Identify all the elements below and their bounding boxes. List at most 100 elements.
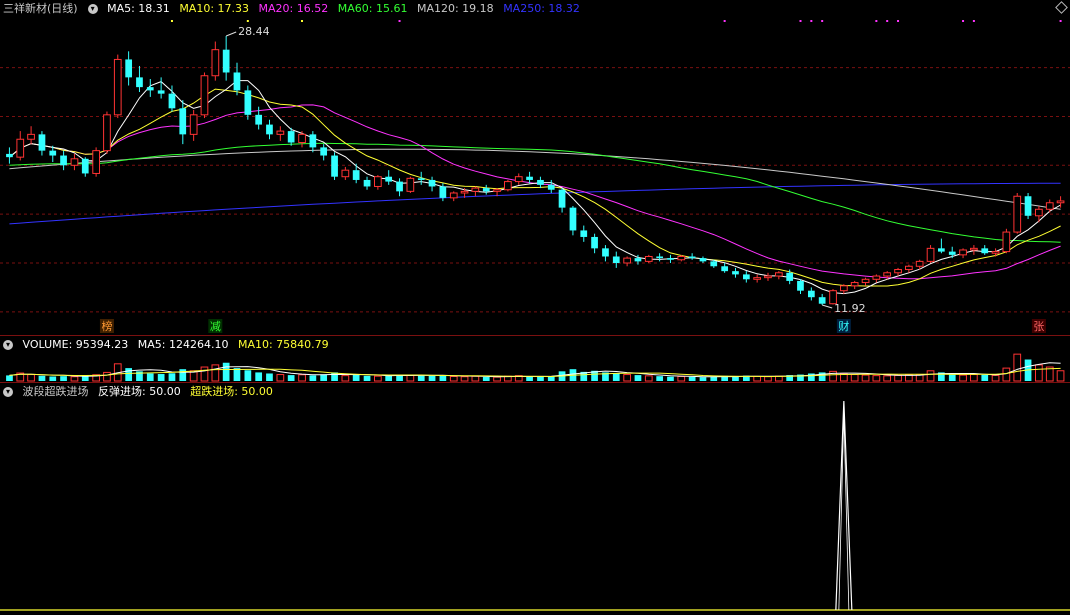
volume-legend: ▾ VOLUME: 95394.23 MA5: 124264.10 MA10: … [0,336,335,354]
volume-bar [146,373,154,381]
candle [808,287,815,301]
volume-bar [200,366,209,382]
volume-bar [320,374,328,381]
candle [374,175,382,190]
candle-body [850,282,859,287]
collapse-icon[interactable]: ▾ [3,340,13,350]
candle [179,100,187,145]
ma250-line [9,182,1061,225]
candle [753,274,762,283]
candle [125,51,133,86]
candle [981,245,989,255]
candle-body [612,256,620,264]
candle-body [179,108,187,135]
candle [623,256,632,267]
candle-body [449,192,458,199]
candle-body [537,179,544,185]
candle-body [634,258,642,262]
candle-body [883,272,892,277]
volume-bar [872,375,881,382]
candle-body [374,176,382,187]
volume-bar [644,375,653,382]
candle-body [514,176,523,183]
legend-vol-ma5: MA5: 124264.10 [137,338,229,351]
candle [840,284,848,294]
candle-body [938,248,945,252]
candle [157,77,165,99]
event-dot [875,20,878,22]
candle [688,253,696,260]
candle [1024,192,1032,220]
candle [526,171,533,184]
candle-body [699,258,707,262]
indicator-panel: ▾ 波段超跌进场 反弹进场: 50.00 超跌进场: 50.00 [0,383,1070,615]
candle-body [970,247,978,251]
event-dot [886,20,889,22]
candle [341,166,350,180]
candle-body [808,290,815,298]
candle [146,78,154,97]
candle-body [211,49,220,77]
volume-bar [287,375,295,381]
volume-bar [168,373,176,381]
volume-bar [460,376,469,382]
collapse-icon[interactable]: ▾ [3,387,13,397]
candle [743,271,750,283]
volume-bar [211,364,220,382]
legend-ma5: MA5: 18.31 [107,2,170,15]
candle [211,41,220,81]
candle-body [103,114,111,152]
candle [959,248,967,259]
volume-bar [341,375,350,382]
candle-body [721,266,729,272]
volume-bar [38,375,46,381]
candle [580,225,588,242]
candle-body [136,77,143,88]
legend-ma10: MA10: 17.33 [179,2,250,15]
volume-bar [970,374,978,382]
collapse-icon[interactable]: ▾ [87,4,98,14]
candle-body [1035,208,1043,217]
volume-bar [1056,370,1065,382]
candle [948,246,956,259]
marker-label: 榜 [101,319,112,333]
candle [38,131,46,156]
volume-bar [537,376,544,381]
candle-body [352,170,360,180]
candle [482,184,490,195]
candle-body [60,155,67,166]
candle [27,126,35,145]
candle-body [493,189,501,192]
volume-bar [428,375,436,381]
candle [331,152,338,180]
volume-bar [103,371,111,382]
candle-body [27,133,35,140]
volume-bar [526,376,533,381]
candle [991,248,1000,257]
ma120-line [9,148,1061,210]
volume-bar [959,374,967,382]
legend-volume: VOLUME: 95394.23 [22,338,129,351]
volume-bar [439,375,447,381]
candle [926,245,935,264]
candle [406,176,415,193]
candle [417,171,425,185]
candle [537,176,544,189]
candle [385,170,393,185]
candle [732,267,739,278]
volume-bar [623,374,632,382]
candle-body [146,87,154,91]
candle-body [915,260,924,267]
event-dot [246,20,249,22]
candle-body [49,150,57,156]
event-dot [972,20,975,22]
candle [16,131,25,161]
marker-label: 财 [838,319,849,333]
candle-body [125,59,133,78]
candle-body [1013,195,1022,233]
candle-body [363,179,371,187]
candle [775,271,783,280]
volume-bar [352,374,360,381]
candle [699,256,707,264]
candle [103,111,111,154]
